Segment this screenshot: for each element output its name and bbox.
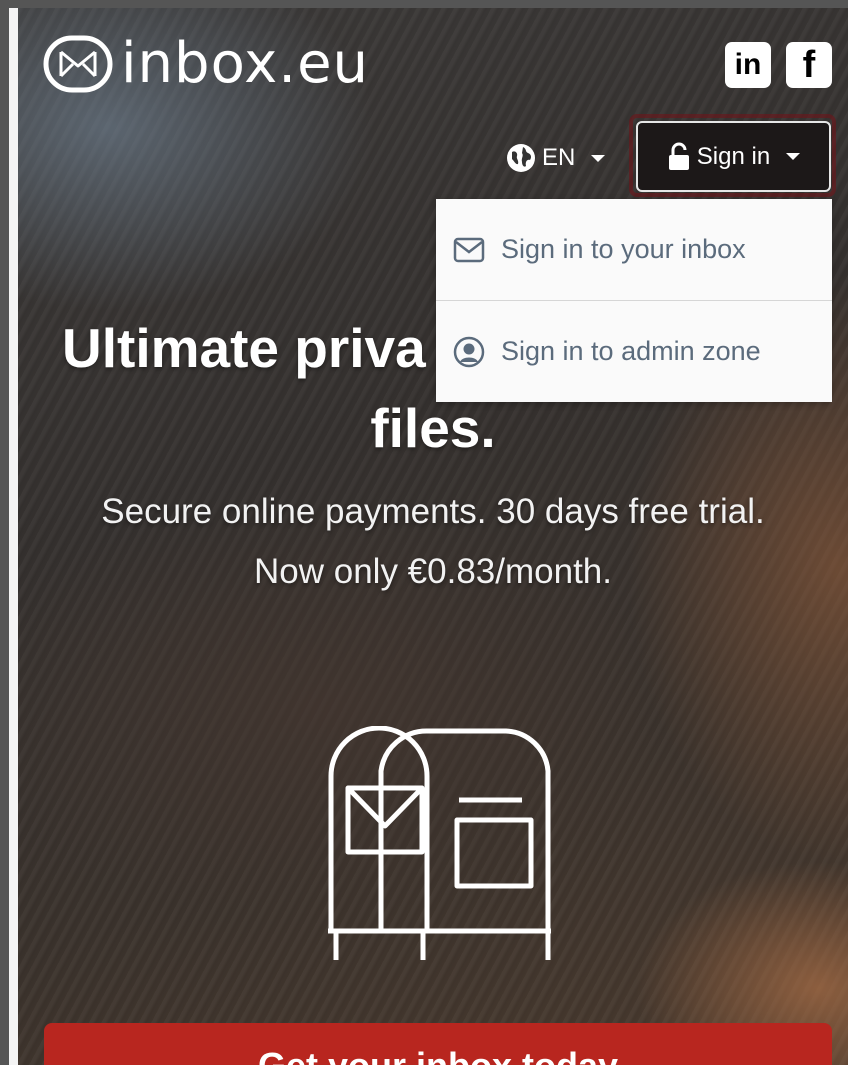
hero-title-line2: files. [370,397,496,459]
hero-subtitle: Secure online payments. 30 days free tri… [18,482,848,602]
hero-title: Ultimate priva files. [18,308,848,468]
menu-item-signin-inbox[interactable]: Sign in to your inbox [436,199,832,300]
chevron-down-icon [591,154,606,162]
language-label: EN [542,144,576,171]
window-left-border [0,0,9,1065]
globe-icon [507,144,535,172]
signin-label: Sign in [696,142,771,170]
landing-page: inbox.eu in f EN Sign in Sign in to your… [18,8,848,1065]
envelope-icon [453,237,485,262]
facebook-icon[interactable]: f [786,42,832,88]
site-logo[interactable]: inbox.eu [43,32,369,96]
language-selector[interactable]: EN [506,136,606,180]
linkedin-icon[interactable]: in [725,42,771,88]
unlock-icon [668,142,689,170]
mailboxes-icon [328,726,551,960]
window-top-border [0,0,848,8]
hero-subtitle-line1: Secure online payments. 30 days free tri… [101,492,765,531]
hero-title-line1: Ultimate priva [62,317,426,379]
hero-subtitle-line2: Now only €0.83/month. [254,552,612,591]
envelope-logo-icon [43,35,113,93]
menu-item-label: Sign in to your inbox [501,234,746,264]
get-inbox-button[interactable]: Get your inbox today [44,1023,832,1065]
logo-text: inbox.eu [121,31,370,96]
chevron-down-icon [786,153,801,160]
window-left-gutter [9,8,18,1065]
signin-button[interactable]: Sign in [636,121,831,192]
